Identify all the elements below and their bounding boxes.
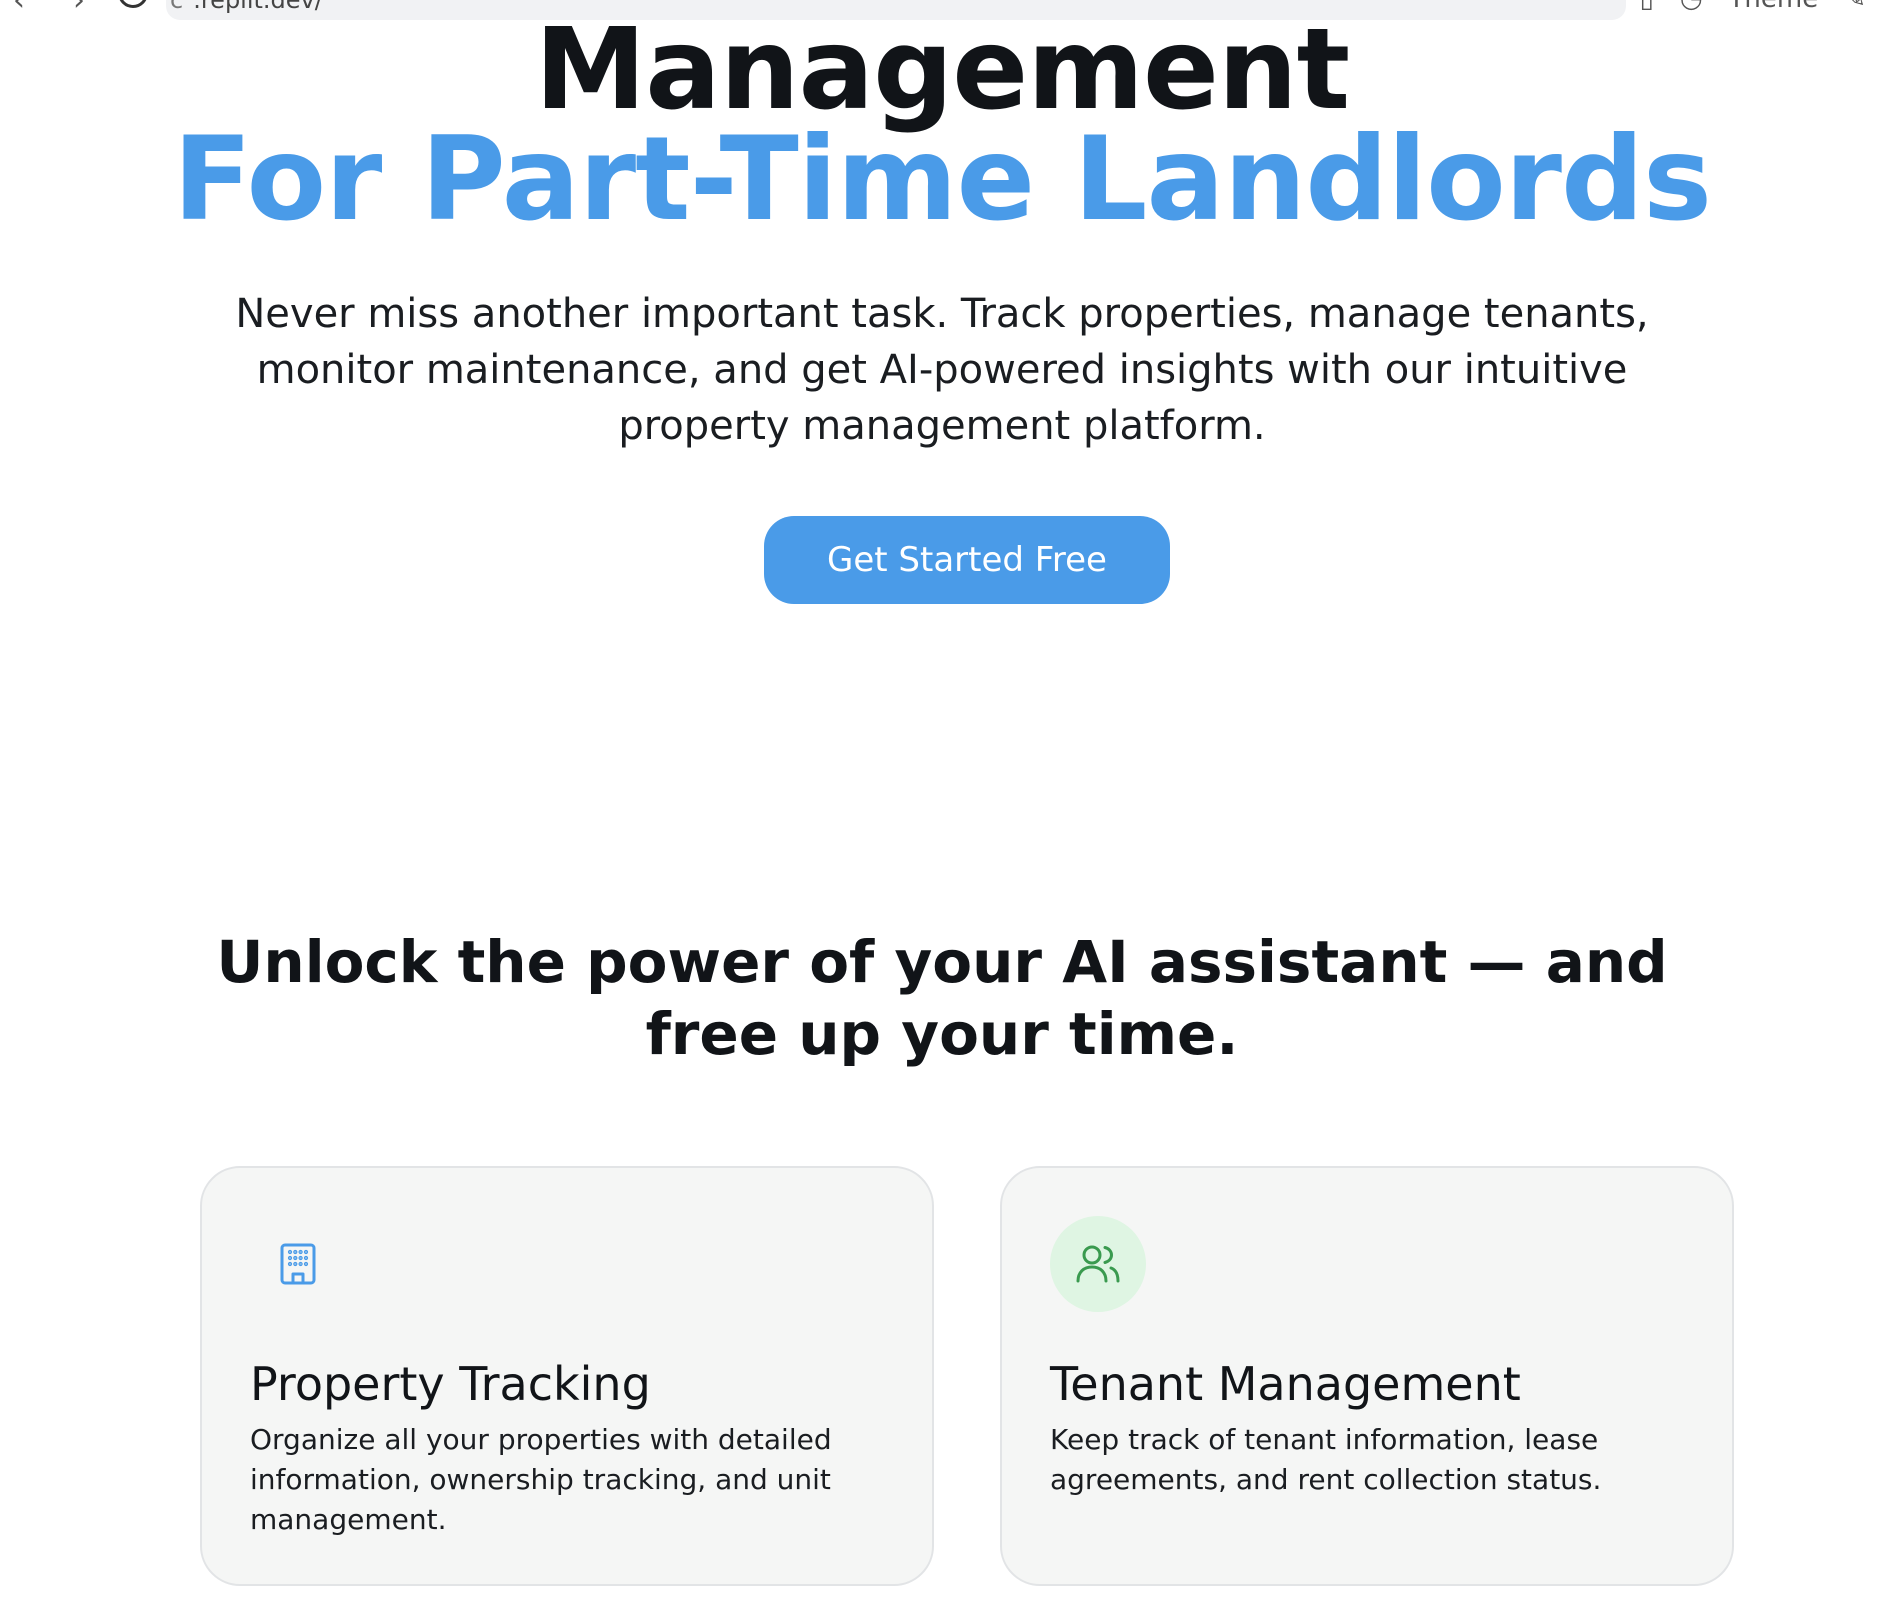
get-started-button[interactable]: Get Started Free [764, 516, 1170, 604]
building-icon [250, 1216, 346, 1312]
users-icon [1050, 1216, 1146, 1312]
card-description: Organize all your properties with detail… [250, 1423, 832, 1536]
features-heading: Unlock the power of your AI assistant — … [216, 928, 1668, 1068]
feature-card-tenant-management: Tenant Management Keep track of tenant i… [1000, 1166, 1734, 1586]
card-title: Property Tracking [250, 1357, 651, 1411]
hero-subtitle: Never miss another important task. Track… [235, 291, 1649, 449]
reload-icon[interactable] [118, 0, 148, 8]
card-description: Keep track of tenant information, lease … [1050, 1423, 1602, 1496]
hero-title-highlight: For Part-Time Landlords [172, 112, 1712, 247]
feature-card-property-tracking: Property Tracking Organize all your prop… [200, 1166, 934, 1586]
card-title: Tenant Management [1050, 1357, 1521, 1411]
